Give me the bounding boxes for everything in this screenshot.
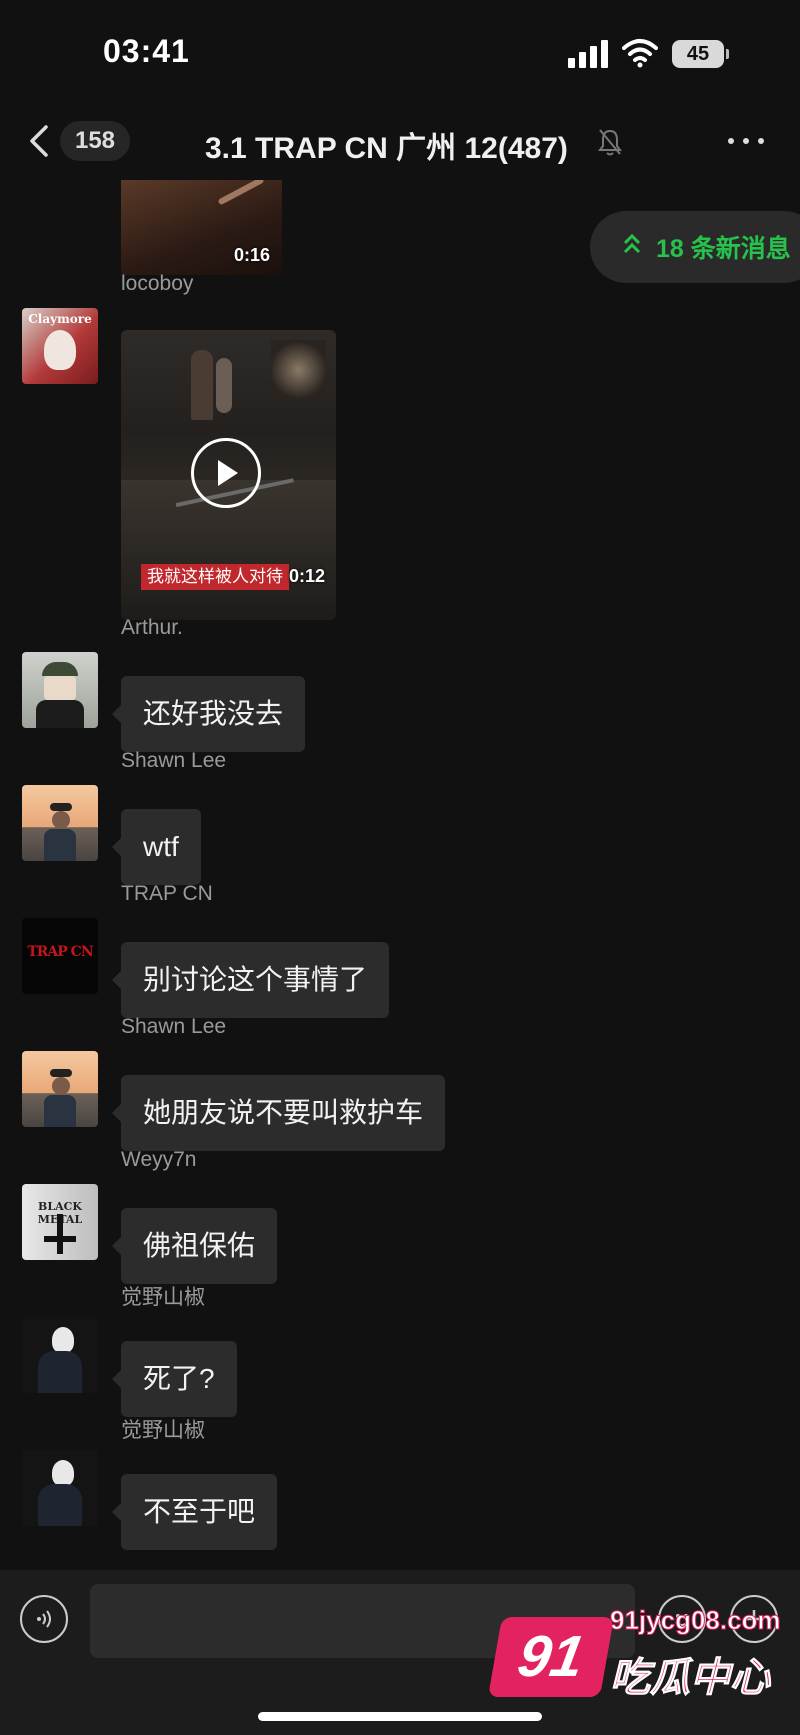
video-duration: 0:16	[234, 245, 271, 265]
message-list[interactable]: 0:16 18 条新消息 Claymore locoboy 我就这样被人对待 0…	[0, 180, 800, 1570]
video-duration: 0:12	[289, 566, 326, 586]
avatar-figure	[44, 330, 76, 370]
message-bubble[interactable]: 死了?	[112, 1341, 237, 1417]
avatar[interactable]	[22, 652, 98, 728]
avatar-hat	[50, 1069, 72, 1077]
new-messages-label: 18 条新消息	[656, 235, 791, 263]
status-bar: 03:41 45	[0, 0, 800, 100]
muted-bell-icon	[598, 129, 622, 156]
avatar-body	[36, 700, 84, 728]
message-bubble[interactable]: 她朋友说不要叫救护车	[111, 1075, 446, 1151]
voice-input-button[interactable]	[20, 1595, 68, 1643]
avatar-body	[38, 1484, 82, 1526]
sender-name: Arthur.	[121, 616, 183, 639]
sender-name: 觉野山椒	[121, 1286, 205, 1309]
avatar[interactable]	[22, 785, 98, 861]
battery-icon: 45	[672, 40, 724, 68]
avatar-head	[52, 1460, 74, 1486]
back-arrow-icon[interactable]	[26, 123, 56, 159]
video-thumbnail-person	[191, 350, 213, 420]
double-chevron-up-icon	[623, 233, 641, 254]
avatar-logo-text: Claymore	[28, 312, 92, 326]
video-caption: 我就这样被人对待	[141, 564, 289, 590]
avatar-face	[44, 676, 76, 700]
avatar-head	[52, 811, 70, 829]
watermark-number: 91	[487, 1617, 615, 1697]
previous-video-message[interactable]: 0:16	[121, 180, 282, 275]
avatar-head	[52, 1077, 70, 1095]
watermark-name: 吃瓜中心	[610, 1656, 771, 1701]
avatar[interactable]: TRAP CN	[22, 918, 98, 994]
avatar-hat	[50, 803, 72, 811]
video-thumbnail-detail	[217, 180, 265, 206]
more-options-icon[interactable]	[726, 135, 766, 147]
sender-name: Shawn Lee	[121, 1015, 227, 1038]
message-bubble[interactable]: 不至于吧	[111, 1474, 278, 1550]
unread-count-badge[interactable]: 158	[60, 121, 130, 161]
nav-bar: 158 3.1 TRAP CN 广州 12(487)	[0, 105, 800, 177]
sender-name: locoboy	[121, 272, 194, 295]
wifi-icon	[622, 39, 658, 68]
avatar-body	[44, 1095, 76, 1127]
play-icon[interactable]	[191, 438, 261, 508]
video-thumbnail-light	[271, 340, 326, 400]
battery-tip	[726, 49, 729, 59]
avatar-body	[38, 1351, 82, 1393]
sender-name: TRAP CN	[121, 882, 213, 905]
sender-name: Shawn Lee	[121, 749, 227, 772]
avatar[interactable]: BLACK METAL	[22, 1184, 98, 1260]
video-thumbnail-person	[216, 358, 232, 413]
message-bubble[interactable]: 还好我没去	[111, 676, 306, 752]
chat-title[interactable]: 3.1 TRAP CN 广州 12(487)	[205, 123, 568, 167]
avatar-body	[44, 829, 76, 861]
avatar-helmet	[42, 662, 78, 676]
sender-name: 觉野山椒	[121, 1419, 205, 1442]
cellular-signal-icon	[568, 40, 610, 68]
cross-icon	[57, 1214, 63, 1254]
cross-bar	[44, 1236, 76, 1242]
avatar[interactable]: Claymore	[22, 308, 98, 384]
video-message[interactable]: 我就这样被人对待 0:12	[121, 330, 336, 620]
message-bubble[interactable]: 别讨论这个事情了	[111, 942, 390, 1018]
status-time: 03:41	[103, 33, 190, 69]
voice-icon	[37, 1610, 51, 1628]
sender-name: Weyy7n	[121, 1148, 197, 1171]
watermark-url: 91jycg08.com	[610, 1605, 782, 1636]
watermark-logo: 91 91jycg08.com 吃瓜中心	[487, 1605, 795, 1715]
avatar[interactable]	[22, 1051, 98, 1127]
avatar[interactable]	[22, 1317, 98, 1393]
message-bubble[interactable]: wtf	[112, 809, 201, 885]
new-messages-button[interactable]: 18 条新消息	[590, 211, 800, 283]
avatar-logo-text: TRAP CN	[27, 944, 93, 960]
avatar-head	[52, 1327, 74, 1353]
message-bubble[interactable]: 佛祖保佑	[111, 1208, 278, 1284]
avatar[interactable]	[22, 1450, 98, 1526]
